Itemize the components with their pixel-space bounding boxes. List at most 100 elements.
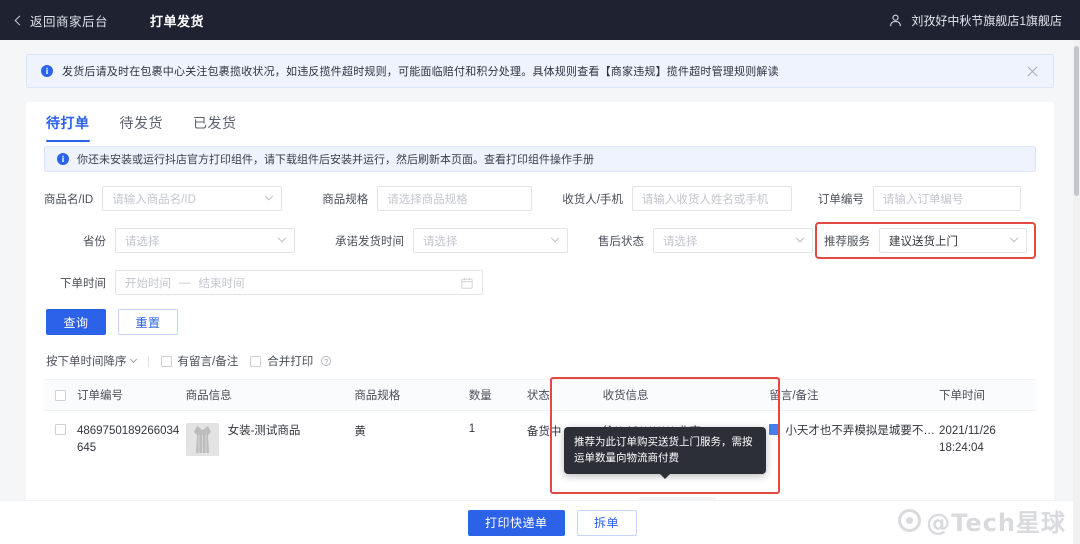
filter-receiver-label: 收货人/手机	[562, 193, 623, 206]
filter-order-time: 下单时间 开始时间 — 结束时间	[44, 270, 483, 295]
tab-pending-print[interactable]: 待打单	[46, 102, 90, 144]
order-time-start: 开始时间	[125, 277, 171, 290]
chevron-down-icon	[129, 355, 137, 364]
row-note: 小天才也不弄模拟是城要不您探...	[769, 423, 939, 439]
row-product-name: 女装-测试商品	[227, 425, 301, 437]
user-icon	[890, 14, 902, 26]
header-note: 留言/备注	[769, 390, 819, 402]
filter-has-note-label: 有留言/备注	[177, 356, 239, 368]
filter-promise-time-label: 承诺发货时间	[335, 235, 404, 248]
recommend-service-select[interactable]: 建议送货上门	[879, 228, 1027, 253]
promise-time-placeholder: 请选择	[423, 235, 458, 248]
chevron-down-icon	[277, 233, 287, 242]
global-alert-banner: i 发货后请及时在包裹中心关注包裹揽收状况，如违反揽件超时规则，可能面临赔付和积…	[26, 54, 1054, 88]
filter-order-no: 订单编号 请输入订单编号	[818, 186, 1021, 211]
row-note-text: 小天才也不弄模拟是城要不您探...	[785, 425, 937, 437]
header-time: 下单时间	[939, 390, 986, 402]
header-state: 状态	[526, 390, 550, 402]
order-no-input-placeholder: 请输入订单编号	[882, 193, 964, 206]
filter-product-label: 商品名/ID	[44, 193, 94, 206]
service-tooltip-text: 推荐为此订单购买送货上门服务，需按运单数量向物流商付费	[574, 436, 753, 465]
chevron-down-icon	[264, 191, 274, 200]
filter-receiver: 收货人/手机 请输入收货人姓名或手机	[562, 186, 792, 211]
print-plugin-notice: i 你还未安装或运行抖店官方打印组件，请下载组件后安装并运行，然后刷新本页面。查…	[44, 146, 1036, 172]
vertical-scrollbar[interactable]	[1073, 40, 1080, 544]
header-order-no: 订单编号	[76, 390, 123, 402]
checkbox-box	[160, 355, 172, 367]
product-input-placeholder: 请输入商品名/ID	[112, 193, 196, 206]
filter-product: 商品名/ID 请输入商品名/ID	[44, 186, 283, 211]
sort-selector-label: 按下单时间降序	[46, 356, 127, 368]
province-select[interactable]: 请选择	[115, 228, 295, 253]
table-row[interactable]: 4869750189266034645 女装-测试商品 黄 1 备货中 徐** …	[44, 410, 1036, 478]
back-label: 返回商家后台	[30, 14, 109, 29]
recommend-service-highlight: 推荐服务 建议送货上门	[815, 222, 1036, 259]
spec-input-placeholder: 请选择商品规格	[387, 193, 468, 206]
page-title: 打单发货	[150, 13, 205, 29]
checkbox-box	[54, 390, 66, 401]
print-waybill-button[interactable]: 打印快递单	[468, 509, 565, 536]
close-icon[interactable]	[1026, 65, 1039, 78]
select-all-checkbox[interactable]	[44, 389, 77, 401]
header-address: 收货信息	[602, 390, 649, 402]
row-qty: 1	[468, 423, 476, 435]
app-root: 返回商家后台 打单发货 刘孜好中秋节旗舰店1旗舰店 i 发货后请及时在包裹中心关…	[0, 0, 1080, 544]
checkbox-box	[54, 424, 66, 435]
sort-selector[interactable]: 按下单时间降序	[46, 353, 137, 369]
filter-promise-time: 承诺发货时间 请选择	[335, 228, 568, 253]
reset-button[interactable]: 重置	[118, 309, 178, 335]
product-input[interactable]: 请输入商品名/ID	[102, 186, 283, 211]
row-product: 女装-测试商品	[185, 423, 355, 456]
receiver-input[interactable]: 请输入收货人姓名或手机	[631, 186, 792, 211]
filter-province-label: 省份	[83, 235, 106, 248]
recommend-service-value: 建议送货上门	[889, 235, 958, 248]
filter-row-2: 省份 请选择 承诺发货时间 请选择 售后状态 请选择 推荐服务 建议送货上门	[44, 222, 1036, 259]
filter-spec-label: 商品规格	[322, 193, 369, 206]
user-area[interactable]: 刘孜好中秋节旗舰店1旗舰店	[888, 12, 1066, 29]
row-order-time: 2021/11/26 18:24:04	[939, 425, 996, 455]
order-time-range-picker[interactable]: 开始时间 — 结束时间	[115, 270, 483, 295]
chevron-down-icon	[550, 233, 560, 242]
split-order-button[interactable]: 拆单	[576, 509, 637, 536]
chevron-left-icon	[14, 15, 25, 25]
tab-shipped[interactable]: 已发货	[193, 102, 237, 144]
filter-order-no-label: 订单编号	[817, 193, 864, 206]
aftersale-select-placeholder: 请选择	[663, 235, 698, 248]
merge-print-label: 合并打印	[267, 356, 314, 368]
dress-thumbnail-icon	[185, 423, 219, 456]
toolbar-divider	[147, 355, 149, 367]
filter-aftersale-label: 售后状态	[598, 235, 644, 248]
chevron-down-icon	[795, 233, 805, 242]
info-circle-icon: i	[57, 153, 69, 165]
global-alert-text: 发货后请及时在包裹中心关注包裹揽收状况，如违反揽件超时规则，可能面临赔付和积分处…	[62, 66, 779, 78]
question-circle-icon[interactable]: ?	[321, 356, 332, 366]
header-qty: 数量	[468, 390, 492, 402]
spec-input[interactable]: 请选择商品规格	[377, 186, 533, 211]
table-toolbar: 按下单时间降序 有留言/备注 合并打印 ?	[44, 353, 1036, 369]
aftersale-select[interactable]: 请选择	[653, 228, 813, 253]
service-tooltip: 推荐为此订单购买送货上门服务，需按运单数量向物流商付费	[564, 427, 766, 479]
back-to-merchant-console-button[interactable]: 返回商家后台	[14, 11, 108, 30]
province-select-placeholder: 请选择	[125, 235, 160, 248]
filter-aftersale: 售后状态 请选择	[598, 228, 813, 253]
row-select-checkbox[interactable]	[44, 423, 77, 435]
calendar-icon	[461, 277, 473, 289]
info-circle-icon: i	[41, 65, 53, 77]
search-button[interactable]: 查询	[46, 309, 106, 335]
promise-time-select[interactable]: 请选择	[413, 228, 568, 253]
top-bar: 返回商家后台 打单发货 刘孜好中秋节旗舰店1旗舰店	[0, 0, 1080, 40]
receiver-input-placeholder: 请输入收货人姓名或手机	[641, 193, 769, 206]
filter-row-1: 商品名/ID 请输入商品名/ID 商品规格 请选择商品规格 收货人/手机 请输入…	[44, 186, 1036, 211]
note-tag-icon	[769, 424, 781, 435]
user-name: 刘孜好中秋节旗舰店1旗舰店	[911, 13, 1062, 28]
page-body: i 发货后请及时在包裹中心关注包裹揽收状况，如违反揽件超时规则，可能面临赔付和积…	[0, 40, 1080, 516]
footer-actions: 打印快递单 拆单	[0, 500, 1080, 544]
tab-pending-ship[interactable]: 待发货	[120, 102, 164, 144]
merge-print-checkbox[interactable]: 合并打印 ?	[250, 353, 332, 369]
scrollbar-thumb[interactable]	[1074, 46, 1079, 196]
filter-order-time-label: 下单时间	[60, 277, 106, 290]
filter-has-note-checkbox[interactable]: 有留言/备注	[160, 353, 239, 369]
order-no-input[interactable]: 请输入订单编号	[872, 186, 1021, 211]
header-spec: 商品规格	[354, 390, 401, 402]
order-status-tabs: 待打单 待发货 已发货	[44, 102, 1036, 144]
